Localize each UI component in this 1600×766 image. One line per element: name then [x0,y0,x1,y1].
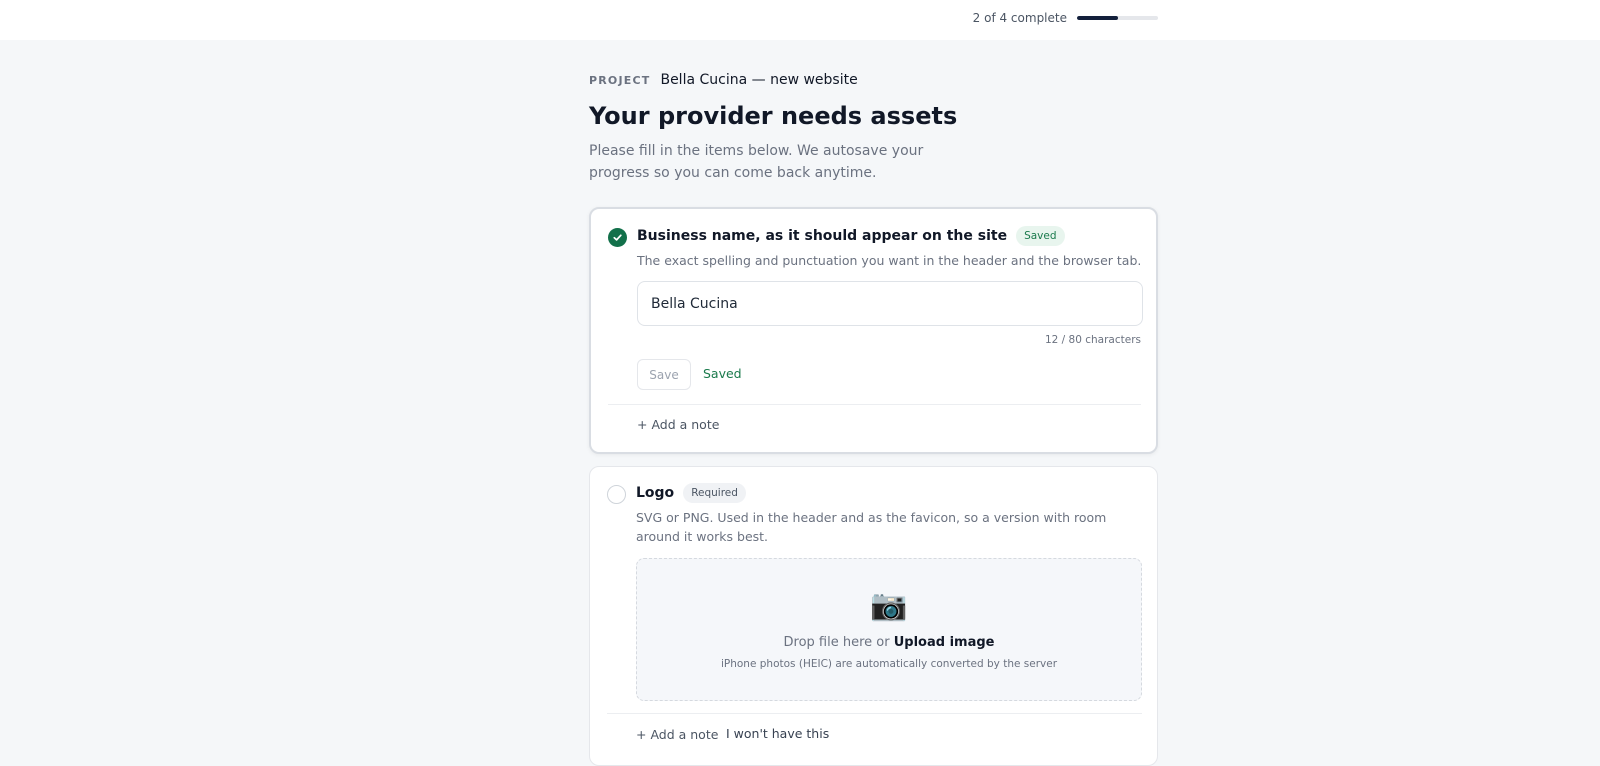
progress-text: 2 of 4 complete [972,11,1067,25]
incomplete-circle-icon[interactable] [607,485,626,504]
status-badge: Saved [1016,226,1065,246]
dropzone-text: Drop file here or Upload image [637,635,1141,650]
page-intro: Please fill in the items below. We autos… [589,142,924,181]
page-header: PROJECT Bella Cucina — new website Your … [589,72,1158,184]
required-badge: Required [683,483,746,503]
project-line: PROJECT Bella Cucina — new website [589,72,1158,92]
card-description: The exact spelling and punctuation you w… [637,253,1142,268]
page-title: Your provider needs assets [589,102,958,130]
logo-dropzone[interactable]: 📷 Drop file here or Upload image iPhone … [636,558,1142,701]
save-button[interactable]: Save [637,359,691,390]
card-header: Logo Required [636,483,746,503]
card-title: Business name, as it should appear on th… [637,228,1008,244]
add-note-button[interactable]: + Add a note [637,417,719,432]
dropzone-hint: iPhone photos (HEIC) are automatically c… [720,658,1058,670]
card-divider [608,404,1141,405]
asset-card-logo[interactable]: Logo Required SVG or PNG. Used in the he… [589,466,1158,766]
card-description: SVG or PNG. Used in the header and as th… [636,510,1107,544]
top-bar: 2 of 4 complete [0,0,1600,40]
progress-bar-fill [1077,16,1118,20]
completed-check-icon[interactable] [608,228,627,247]
character-count: 12 / 80 characters [1044,334,1141,346]
project-name: Bella Cucina — new website [660,72,858,88]
saved-status-text: Saved [703,366,742,381]
asset-card-business-name[interactable]: Business name, as it should appear on th… [589,207,1158,454]
camera-icon: 📷 [870,588,908,623]
progress-bar [1077,16,1158,20]
add-note-button[interactable]: + Add a note [636,727,718,742]
card-header: Business name, as it should appear on th… [637,226,1065,246]
upload-image-link[interactable]: Upload image [894,635,995,650]
wont-have-this-button[interactable]: I won't have this [726,726,829,741]
progress-indicator: 2 of 4 complete [973,11,1158,25]
business-name-input[interactable] [637,281,1143,326]
drop-text: Drop file here or [783,635,894,650]
card-title: Logo [636,485,675,501]
card-divider [607,713,1142,714]
project-label: PROJECT [589,74,651,87]
